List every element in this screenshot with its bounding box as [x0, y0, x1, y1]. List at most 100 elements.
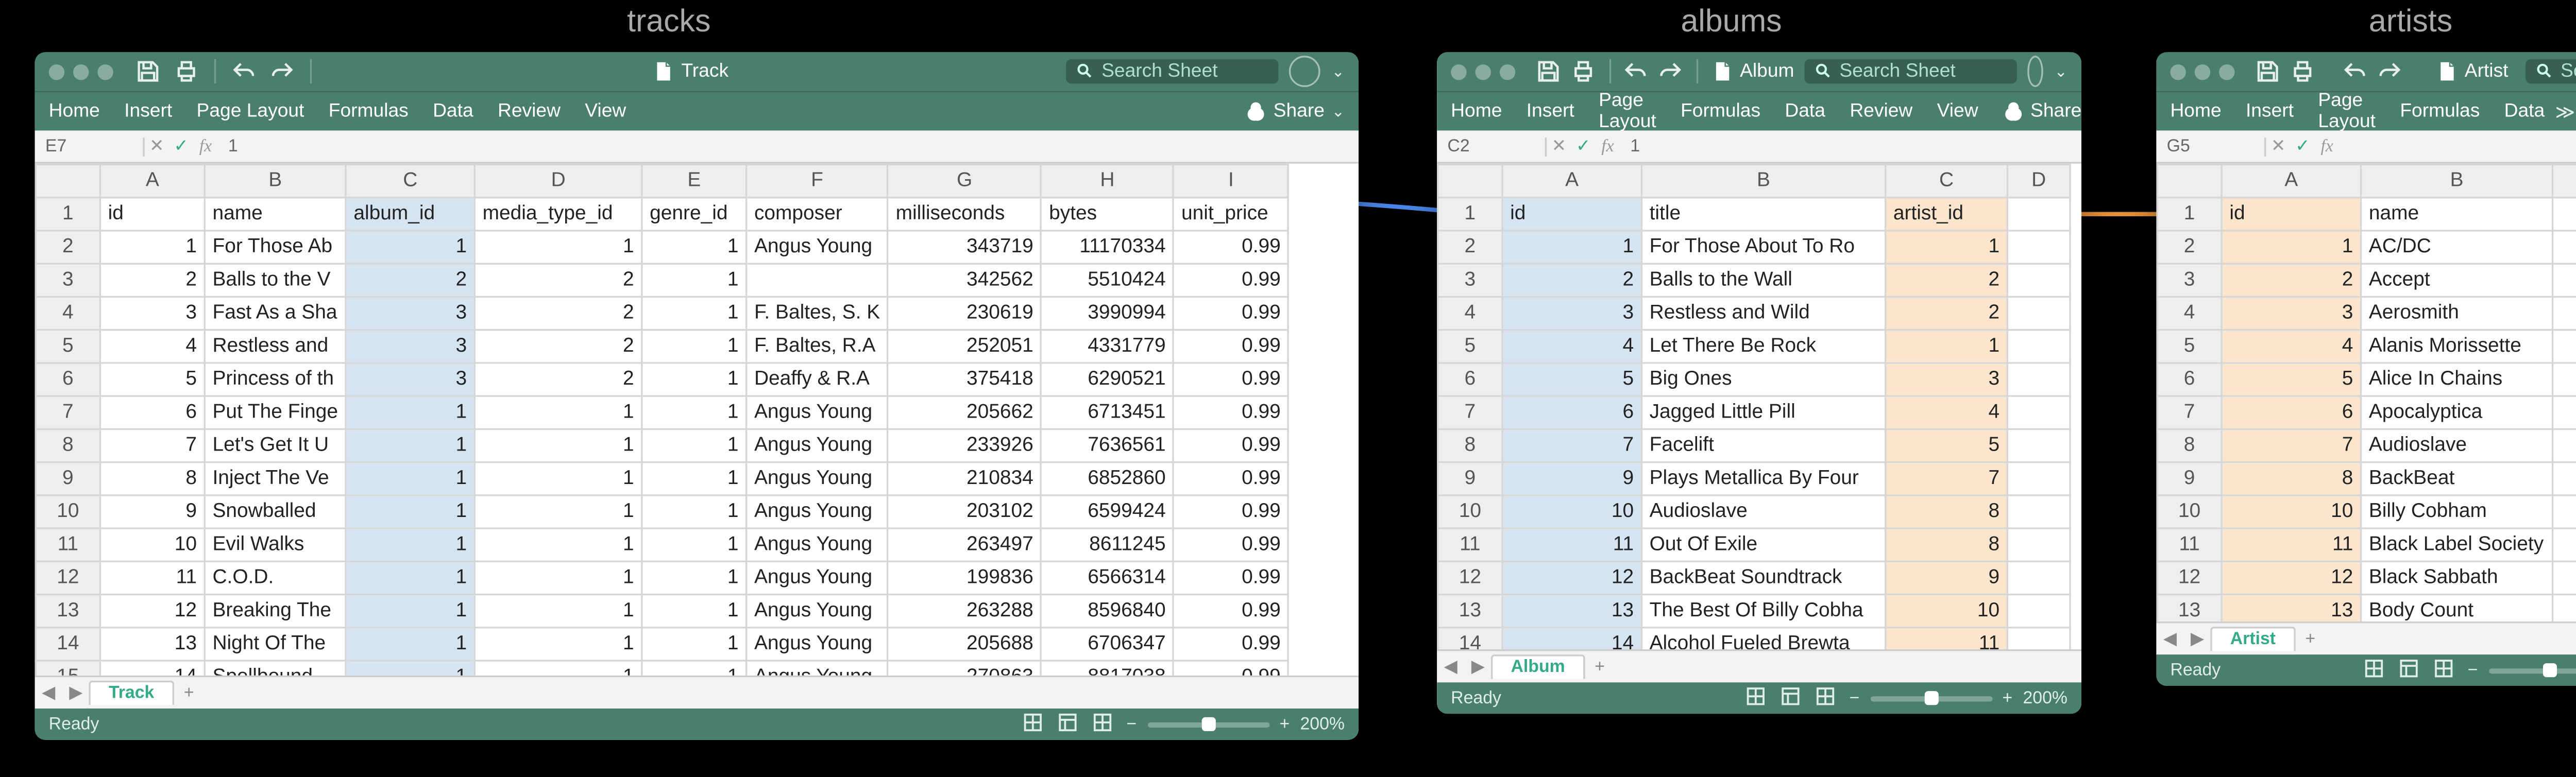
cell[interactable]: 1	[346, 231, 474, 264]
cell[interactable]: 0.99	[1174, 231, 1289, 264]
cell[interactable]: Balls to the Wall	[1641, 264, 1885, 297]
cell[interactable]: For Those Ab	[205, 231, 346, 264]
cell[interactable]: Big Ones	[1641, 363, 1885, 396]
cell[interactable]: 11	[2222, 528, 2361, 561]
cell[interactable]: 1	[642, 595, 747, 628]
ribbon-tab-page-layout[interactable]: Page Layout	[197, 101, 304, 122]
feedback-icon[interactable]	[2028, 56, 2044, 87]
cell[interactable]: 205688	[888, 628, 1041, 661]
view-break-icon[interactable]	[1815, 685, 1836, 711]
header-cell[interactable]: title	[1641, 198, 1885, 231]
spreadsheet-grid[interactable]: ABCDEFGHI1idnamealbum_idmedia_type_idgen…	[35, 164, 1359, 676]
tab-nav-prev[interactable]: ◀	[2156, 629, 2183, 648]
cell[interactable]: Balls to the V	[205, 264, 346, 297]
cell[interactable]: 1	[474, 231, 642, 264]
fx-icon[interactable]: fx	[1596, 136, 1620, 156]
name-box[interactable]: G5	[2156, 136, 2266, 156]
cell[interactable]: 0.99	[1174, 661, 1289, 676]
cell[interactable]: 2	[100, 264, 205, 297]
cell[interactable]: 11170334	[1041, 231, 1174, 264]
header-cell[interactable]: milliseconds	[888, 198, 1041, 231]
cell[interactable]: 1	[474, 595, 642, 628]
cell[interactable]: 0.99	[1174, 628, 1289, 661]
row-header[interactable]: 12	[1438, 561, 1502, 594]
cell[interactable]: 1	[1886, 330, 2008, 363]
cell[interactable]: Angus Young	[747, 462, 888, 495]
share-button[interactable]: Share⌄	[2003, 101, 2081, 122]
save-icon[interactable]	[1536, 58, 1561, 85]
tab-nav-prev[interactable]: ◀	[35, 683, 62, 702]
header-cell[interactable]: name	[2361, 198, 2553, 231]
cell[interactable]: Alice In Chains	[2361, 363, 2553, 396]
row-header[interactable]: 4	[36, 297, 100, 330]
cell[interactable]: 6	[2222, 396, 2361, 429]
col-header-D[interactable]: D	[474, 164, 642, 197]
cell[interactable]: 7	[1886, 462, 2008, 495]
window-controls[interactable]	[49, 63, 113, 79]
cell[interactable]: Black Sabbath	[2361, 561, 2553, 594]
row-header[interactable]: 12	[36, 561, 100, 594]
cell[interactable]: Angus Young	[747, 429, 888, 462]
cell[interactable]: 342562	[888, 264, 1041, 297]
cell[interactable]: 210834	[888, 462, 1041, 495]
cell[interactable]: BackBeat	[2361, 462, 2553, 495]
cell[interactable]: 6852860	[1041, 462, 1174, 495]
cell[interactable]: 5	[2222, 363, 2361, 396]
name-box[interactable]: E7	[35, 136, 145, 156]
row-header[interactable]: 6	[1438, 363, 1502, 396]
select-all-corner[interactable]	[2157, 164, 2222, 197]
ribbon-tab-formulas[interactable]: Formulas	[2400, 101, 2480, 122]
cell[interactable]: 3990994	[1041, 297, 1174, 330]
ribbon-tab-insert[interactable]: Insert	[2246, 101, 2294, 122]
cell[interactable]: 1	[642, 231, 747, 264]
cell[interactable]: 13	[1502, 595, 1641, 628]
cell[interactable]	[2553, 231, 2576, 264]
cell[interactable]: 2	[1886, 297, 2008, 330]
cell[interactable]: 0.99	[1174, 396, 1289, 429]
cell[interactable]: Restless and	[205, 330, 346, 363]
cell[interactable]: 1	[346, 462, 474, 495]
cell[interactable]: 7	[100, 429, 205, 462]
cell[interactable]	[2553, 396, 2576, 429]
cell[interactable]: 2	[474, 264, 642, 297]
cell[interactable]: Spellbound	[205, 661, 346, 676]
row-header[interactable]: 8	[1438, 429, 1502, 462]
print-icon[interactable]	[2291, 58, 2315, 85]
confirm-icon[interactable]: ✓	[169, 136, 193, 156]
cell[interactable]: C.O.D.	[205, 561, 346, 594]
cell[interactable]: 4	[1502, 330, 1641, 363]
name-box[interactable]: C2	[1437, 136, 1547, 156]
cell[interactable]: 263288	[888, 595, 1041, 628]
cell[interactable]: 0.99	[1174, 495, 1289, 528]
spreadsheet-grid[interactable]: ABCD1idtitleartist_id21For Those About T…	[1437, 164, 2081, 649]
cell[interactable]: 3	[100, 297, 205, 330]
row-header[interactable]: 7	[2157, 396, 2222, 429]
cell[interactable]: 13	[100, 628, 205, 661]
cell[interactable]: Audioslave	[1641, 495, 1885, 528]
cell[interactable]: 6566314	[1041, 561, 1174, 594]
cell[interactable]: For Those About To Ro	[1641, 231, 1885, 264]
window-controls[interactable]	[2170, 63, 2234, 79]
cell[interactable]: 0.99	[1174, 429, 1289, 462]
cell[interactable]: 1	[346, 429, 474, 462]
row-header[interactable]: 10	[36, 495, 100, 528]
header-cell[interactable]: composer	[747, 198, 888, 231]
cell[interactable]: 0.99	[1174, 297, 1289, 330]
cell[interactable]	[2007, 429, 2070, 462]
cell[interactable]: 2	[1886, 264, 2008, 297]
row-header[interactable]: 10	[1438, 495, 1502, 528]
row-header[interactable]: 5	[36, 330, 100, 363]
header-cell[interactable]: id	[1502, 198, 1641, 231]
row-header[interactable]: 3	[36, 264, 100, 297]
row-header[interactable]: 14	[1438, 628, 1502, 649]
ribbon-tab-data[interactable]: Data	[2504, 101, 2545, 122]
cell[interactable]: 270863	[888, 661, 1041, 676]
ribbon-tab-data[interactable]: Data	[433, 101, 473, 122]
cell[interactable]: 10	[2222, 495, 2361, 528]
cell[interactable]: 252051	[888, 330, 1041, 363]
cell[interactable]: 7	[1502, 429, 1641, 462]
cell[interactable]	[2007, 495, 2070, 528]
confirm-icon[interactable]: ✓	[2291, 136, 2315, 156]
cell[interactable]: AC/DC	[2361, 231, 2553, 264]
formula-input[interactable]: 1	[1620, 136, 2081, 156]
